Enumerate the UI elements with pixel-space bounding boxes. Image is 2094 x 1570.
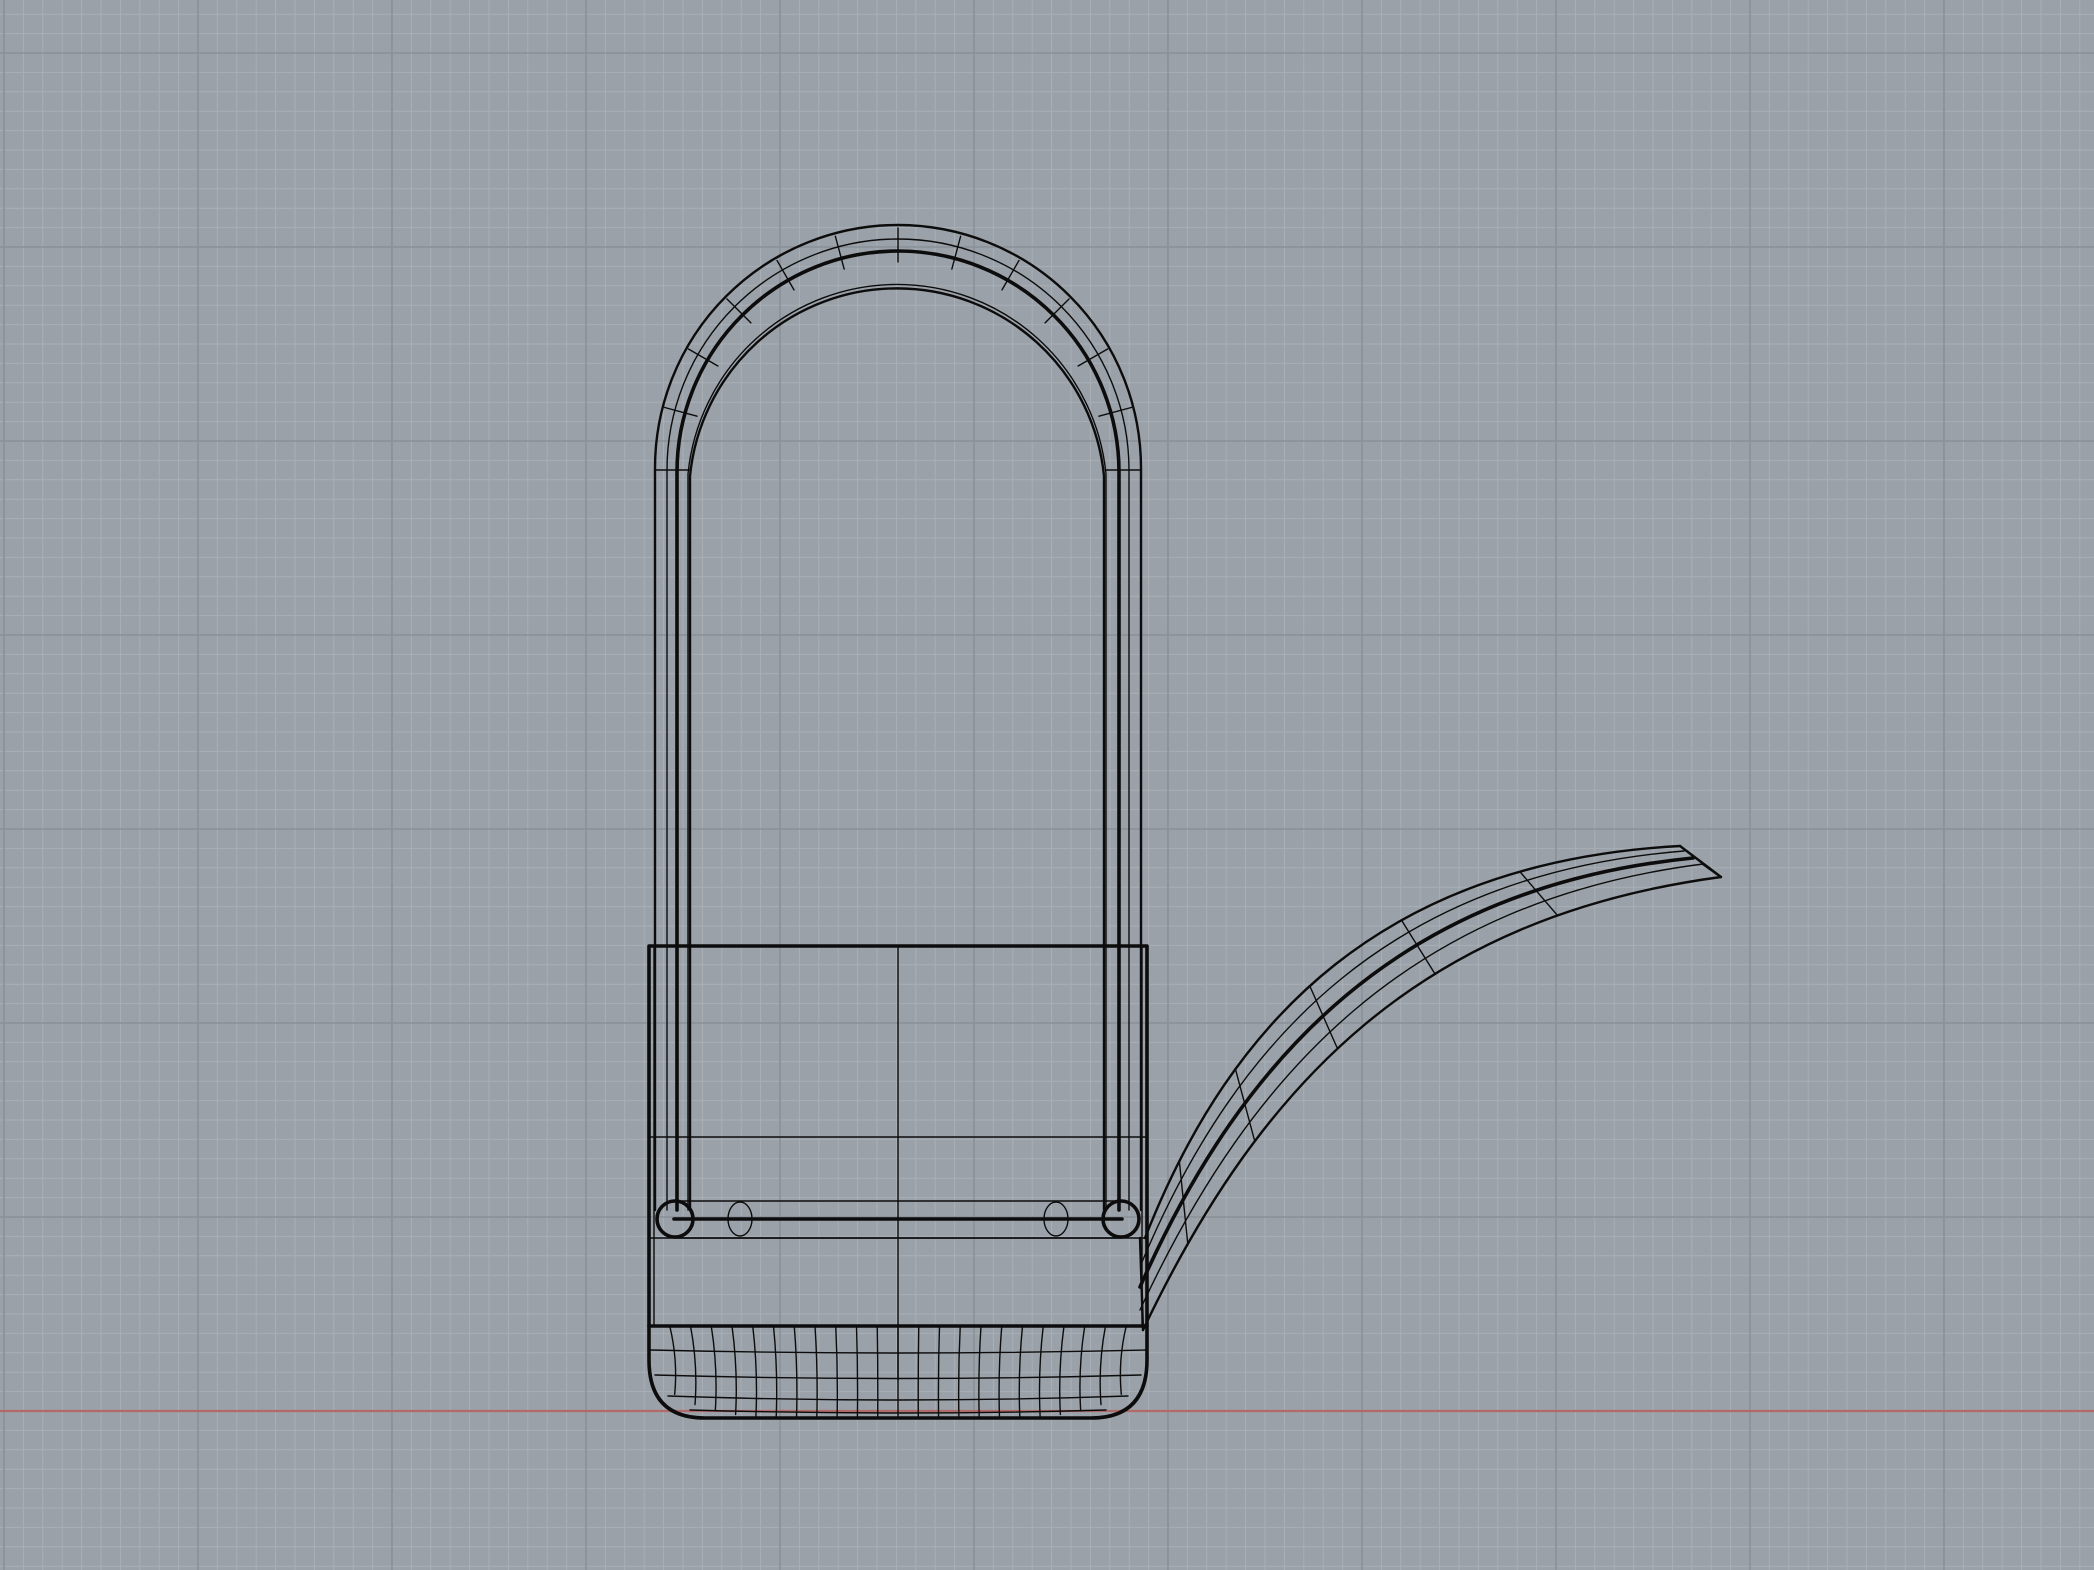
viewport-canvas[interactable] [0,0,2094,1570]
front-viewport[interactable] [0,0,2094,1570]
base-isocurve [917,1325,920,1419]
base-isocurve [876,1325,879,1419]
